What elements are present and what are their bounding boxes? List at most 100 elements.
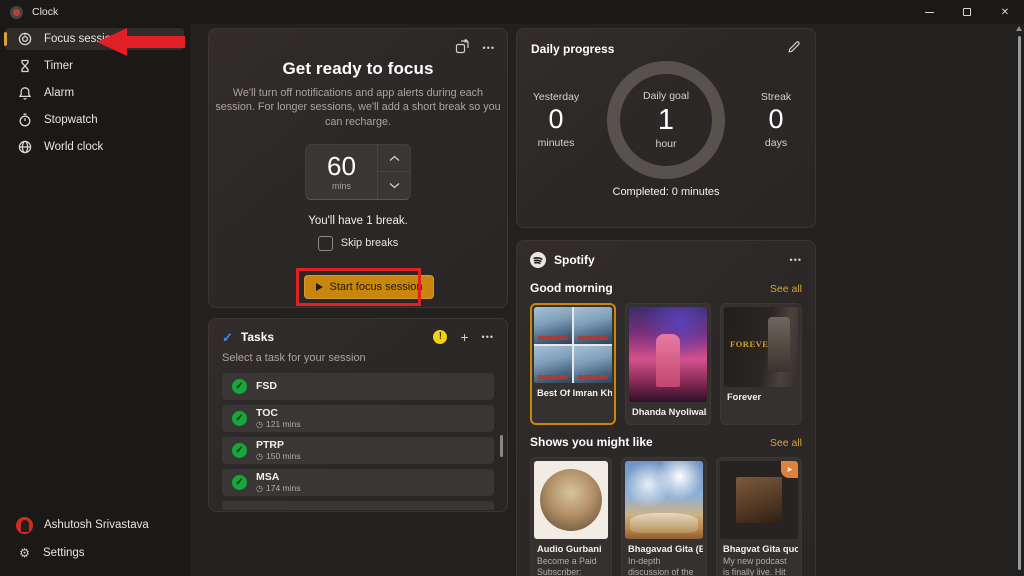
popout-icon[interactable]	[455, 39, 470, 57]
music-tile-forever[interactable]: FOREVER Forever	[720, 303, 802, 425]
focus-sessions-icon	[17, 32, 32, 47]
break-note: You'll have 1 break.	[209, 215, 507, 227]
sidebar-item-label: World clock	[44, 141, 103, 153]
tile-title: Bhagavad Gita (E...	[625, 539, 703, 554]
task-name: MSA	[256, 471, 300, 483]
todo-logo-icon: ✓	[222, 331, 233, 344]
clock-app-window: Clock ✕ Focus sessions Timer	[0, 0, 1024, 576]
titlebar: Clock ✕	[0, 0, 1024, 24]
focus-card-title: Get ready to focus	[209, 59, 507, 79]
completed-status: Completed: 0 minutes	[517, 186, 815, 198]
mini-cover-image	[736, 477, 782, 523]
stat-label: Yesterday	[517, 91, 595, 103]
show-tile-audio-gurbani[interactable]: Audio Gurbani Become a Paid Subscriber: …	[530, 457, 612, 576]
tile-subtitle: In-depth discussion of the Srimad...	[625, 554, 703, 576]
show-art-bhagavad-gita	[625, 461, 703, 539]
user-account-item[interactable]: Ashutosh Srivastava	[5, 512, 184, 538]
duration-decrease-button[interactable]	[378, 171, 410, 199]
globe-clock-icon	[17, 140, 32, 155]
tasks-scrollbar[interactable]	[500, 435, 503, 457]
user-name: Ashutosh Srivastava	[44, 519, 149, 531]
task-complete-icon[interactable]: ✓	[232, 379, 247, 394]
task-row-partial[interactable]	[222, 501, 494, 510]
spotify-logo-icon	[530, 252, 546, 268]
settings-label: Settings	[43, 547, 85, 559]
small-clock-icon: ◷	[256, 484, 263, 494]
duration-unit: mins	[332, 181, 351, 191]
tile-title: Dhanda Nyoliwala	[629, 402, 707, 417]
window-scrollbar[interactable]	[1018, 36, 1021, 570]
task-name: TOC	[256, 407, 300, 419]
duration-value[interactable]: 60	[327, 153, 356, 179]
see-all-link[interactable]: See all	[770, 437, 802, 449]
task-row-ptrp[interactable]: ✓ PTRP ◷150 mins	[222, 437, 494, 464]
sidebar-item-stopwatch[interactable]: Stopwatch	[5, 109, 184, 131]
sidebar-item-timer[interactable]: Timer	[5, 55, 184, 77]
maximize-button[interactable]	[948, 0, 986, 24]
tile-title: Forever	[724, 387, 798, 402]
tile-title: Audio Gurbani	[534, 539, 608, 554]
section-heading: Shows you might like	[530, 435, 653, 449]
album-art-dhanda-nyoliwala	[629, 307, 707, 402]
scrollbar-up-arrow[interactable]	[1016, 26, 1022, 31]
task-row-toc[interactable]: ✓ TOC ◷121 mins	[222, 405, 494, 432]
tasks-card-title: Tasks	[241, 330, 274, 344]
close-icon: ✕	[1001, 7, 1009, 18]
focus-card-description: We'll turn off notifications and app ale…	[214, 86, 502, 129]
sidebar-item-alarm[interactable]: Alarm	[5, 82, 184, 104]
sidebar-item-label: Stopwatch	[44, 114, 98, 126]
window-title: Clock	[32, 6, 58, 18]
more-options-icon[interactable]: •••	[483, 44, 495, 53]
task-row-msa[interactable]: ✓ MSA ◷174 mins	[222, 469, 494, 496]
stat-value: 0	[517, 103, 595, 137]
spotify-card: Spotify ••• Good morning See all Best Of…	[516, 240, 816, 576]
album-art-text: FOREVER	[730, 339, 775, 349]
duration-increase-button[interactable]	[378, 145, 410, 172]
tile-subtitle: My new podcast is finally live. Hit that…	[720, 554, 798, 576]
tasks-card: ✓ Tasks ! + ••• Select a task for your s…	[208, 318, 508, 512]
show-art-audio-gurbani	[534, 461, 608, 539]
tile-subtitle: Become a Paid Subscriber: https:/...	[534, 554, 608, 576]
daily-goal-ring: Daily goal 1 hour	[607, 61, 725, 179]
spotify-title: Spotify	[554, 253, 595, 267]
task-complete-icon[interactable]: ✓	[232, 443, 247, 458]
yesterday-stat: Yesterday 0 minutes	[517, 91, 595, 149]
spotify-more-options-icon[interactable]: •••	[790, 256, 802, 265]
edit-goal-icon[interactable]	[787, 40, 801, 57]
tasks-more-options-icon[interactable]: •••	[482, 333, 494, 342]
clock-app-icon	[10, 6, 23, 19]
sidebar-item-settings[interactable]: ⚙ Settings	[5, 540, 184, 566]
task-duration: 174 mins	[266, 483, 301, 493]
add-task-button[interactable]: +	[460, 330, 468, 344]
avatar	[16, 517, 33, 534]
task-name: PTRP	[256, 439, 300, 451]
see-all-link[interactable]: See all	[770, 283, 802, 295]
streak-stat: Streak 0 days	[737, 91, 815, 149]
task-name: FSD	[256, 380, 277, 392]
maximize-icon	[963, 8, 971, 16]
minimize-icon	[925, 12, 934, 13]
warning-icon[interactable]: !	[433, 330, 447, 344]
task-duration: 121 mins	[266, 419, 301, 429]
stat-label: Daily goal	[643, 90, 689, 102]
close-button[interactable]: ✕	[986, 0, 1024, 24]
music-tile-dhanda-nyoliwala[interactable]: Dhanda Nyoliwala	[625, 303, 711, 425]
portrait-image	[540, 469, 602, 531]
skip-breaks-checkbox[interactable]	[318, 236, 333, 251]
daily-progress-card: Daily progress Yesterday 0 minutes Daily…	[516, 28, 816, 228]
music-tile-best-of-imran-khan[interactable]: Best Of Imran Khan	[530, 303, 616, 425]
focus-setup-card: ••• Get ready to focus We'll turn off no…	[208, 28, 508, 308]
duration-stepper: 60 mins	[305, 144, 411, 200]
tile-title: Bhagvat Gita quo...	[720, 539, 798, 554]
minimize-button[interactable]	[910, 0, 948, 24]
show-tile-bhagvat-gita-quotes[interactable]: ➤ Bhagvat Gita quo... My new podcast is …	[716, 457, 802, 576]
task-duration: 150 mins	[266, 451, 301, 461]
stat-value: 0	[737, 103, 815, 137]
stat-label: Streak	[737, 91, 815, 103]
task-complete-icon[interactable]: ✓	[232, 411, 247, 426]
small-clock-icon: ◷	[256, 452, 263, 462]
task-row-fsd[interactable]: ✓ FSD	[222, 373, 494, 400]
show-tile-bhagavad-gita[interactable]: Bhagavad Gita (E... In-depth discussion …	[621, 457, 707, 576]
sidebar-item-world-clock[interactable]: World clock	[5, 136, 184, 158]
task-complete-icon[interactable]: ✓	[232, 475, 247, 490]
